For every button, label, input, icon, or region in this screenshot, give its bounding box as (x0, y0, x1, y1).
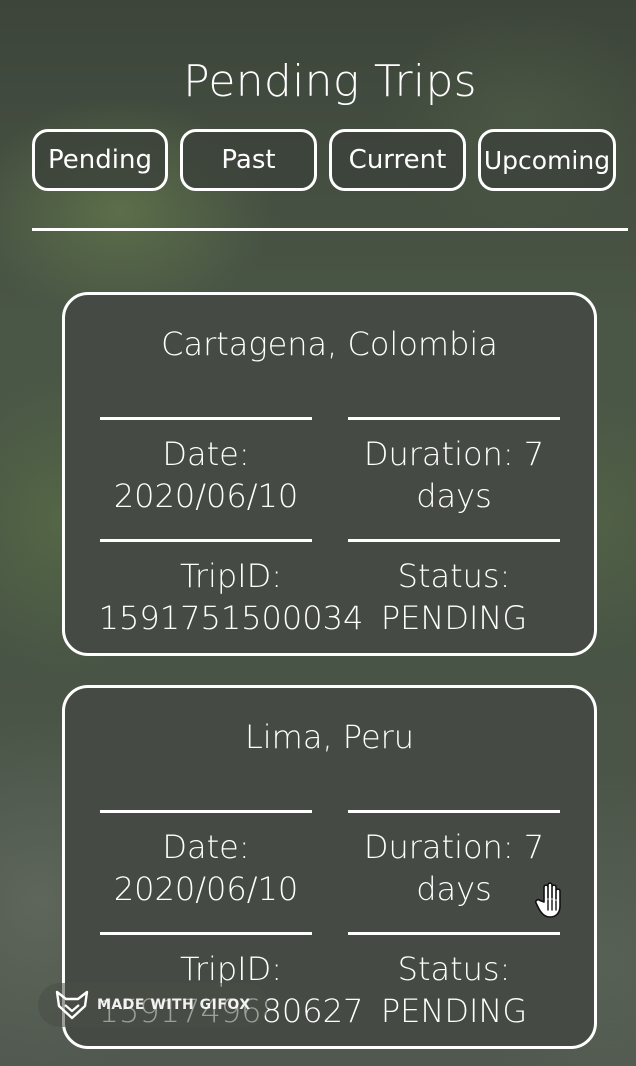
trip-date: Date: 2020/06/10 (100, 826, 312, 910)
fox-icon (55, 990, 89, 1020)
trip-date-label: Date: (162, 828, 250, 866)
trip-duration: Duration: 7 days (348, 826, 560, 910)
trip-date-value: 2020/06/10 (113, 477, 299, 515)
tab-past[interactable]: Past (180, 129, 317, 191)
trip-status-label: Status: (397, 950, 511, 988)
header-divider (32, 228, 628, 231)
trip-id-value: 1591751500034 (98, 599, 364, 637)
trip-status: Status: PENDING (348, 948, 560, 1032)
trip-status: Status: PENDING (348, 555, 560, 639)
tab-pending[interactable]: Pending (32, 129, 168, 191)
page-title: Pending Trips (183, 56, 477, 107)
trip-duration-label: Duration: 7 (363, 435, 545, 473)
trip-date: Date: 2020/06/10 (100, 433, 312, 517)
card-divider (100, 417, 312, 420)
card-divider (348, 810, 560, 813)
card-divider (100, 932, 312, 935)
trip-date-label: Date: (162, 435, 250, 473)
card-divider (348, 417, 560, 420)
trip-duration-unit: days (416, 477, 492, 515)
card-divider (348, 539, 560, 542)
trip-duration-unit: days (416, 870, 492, 908)
watermark-text: MADE WITH GIFOX (97, 997, 251, 1013)
card-divider (348, 932, 560, 935)
trip-duration-label: Duration: 7 (363, 828, 545, 866)
hand-cursor-icon (535, 882, 561, 918)
trip-filter-tabs: Pending Past Current Upcoming (32, 129, 617, 195)
trip-id: TripID: 1591751500034 (75, 555, 387, 639)
trip-city: Lima, Peru (244, 718, 415, 756)
gifox-watermark: MADE WITH GIFOX (38, 983, 268, 1027)
trip-id-label: TripID: (179, 557, 283, 595)
trip-status-value: PENDING (380, 599, 528, 637)
card-divider (100, 539, 312, 542)
trip-date-value: 2020/06/10 (113, 870, 299, 908)
card-divider (100, 810, 312, 813)
trip-duration: Duration: 7 days (348, 433, 560, 517)
trip-city: Cartagena, Colombia (161, 325, 498, 363)
trip-status-value: PENDING (380, 992, 528, 1030)
trip-status-label: Status: (397, 557, 511, 595)
tab-upcoming[interactable]: Upcoming (478, 129, 616, 191)
trip-card[interactable]: Cartagena, Colombia Date: 2020/06/10 Dur… (62, 292, 597, 656)
tab-current[interactable]: Current (329, 129, 466, 191)
